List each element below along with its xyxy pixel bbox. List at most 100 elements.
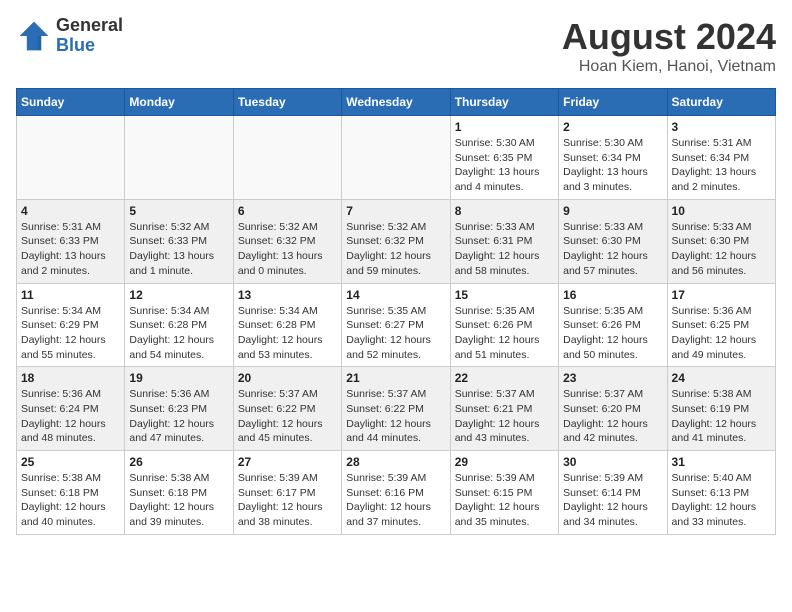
weekday-header-wednesday: Wednesday: [342, 89, 450, 116]
calendar-week-row: 25 Sunrise: 5:38 AM Sunset: 6:18 PM Dayli…: [17, 451, 776, 535]
day-number: 7: [346, 204, 445, 218]
calendar-day-13: 13 Sunrise: 5:34 AM Sunset: 6:28 PM Dayli…: [233, 283, 341, 367]
day-info: Sunrise: 5:37 AM Sunset: 6:20 PM Dayligh…: [563, 387, 662, 446]
day-info: Sunrise: 5:30 AM Sunset: 6:35 PM Dayligh…: [455, 136, 554, 195]
day-number: 12: [129, 288, 228, 302]
day-number: 25: [21, 455, 120, 469]
day-info: Sunrise: 5:40 AM Sunset: 6:13 PM Dayligh…: [672, 471, 771, 530]
day-number: 8: [455, 204, 554, 218]
calendar-day-26: 26 Sunrise: 5:38 AM Sunset: 6:18 PM Dayli…: [125, 451, 233, 535]
calendar-day-11: 11 Sunrise: 5:34 AM Sunset: 6:29 PM Dayli…: [17, 283, 125, 367]
calendar-day-23: 23 Sunrise: 5:37 AM Sunset: 6:20 PM Dayli…: [559, 367, 667, 451]
calendar-day-8: 8 Sunrise: 5:33 AM Sunset: 6:31 PM Daylig…: [450, 199, 558, 283]
day-info: Sunrise: 5:34 AM Sunset: 6:28 PM Dayligh…: [238, 304, 337, 363]
day-info: Sunrise: 5:37 AM Sunset: 6:22 PM Dayligh…: [238, 387, 337, 446]
calendar-week-row: 18 Sunrise: 5:36 AM Sunset: 6:24 PM Dayli…: [17, 367, 776, 451]
calendar-day-24: 24 Sunrise: 5:38 AM Sunset: 6:19 PM Dayli…: [667, 367, 775, 451]
day-number: 20: [238, 371, 337, 385]
day-number: 29: [455, 455, 554, 469]
calendar-day-1: 1 Sunrise: 5:30 AM Sunset: 6:35 PM Daylig…: [450, 116, 558, 200]
day-info: Sunrise: 5:32 AM Sunset: 6:32 PM Dayligh…: [238, 220, 337, 279]
calendar-day-15: 15 Sunrise: 5:35 AM Sunset: 6:26 PM Dayli…: [450, 283, 558, 367]
day-number: 6: [238, 204, 337, 218]
day-info: Sunrise: 5:31 AM Sunset: 6:33 PM Dayligh…: [21, 220, 120, 279]
day-info: Sunrise: 5:32 AM Sunset: 6:32 PM Dayligh…: [346, 220, 445, 279]
calendar-empty: [125, 116, 233, 200]
day-number: 4: [21, 204, 120, 218]
month-year-title: August 2024: [562, 16, 776, 58]
day-info: Sunrise: 5:35 AM Sunset: 6:26 PM Dayligh…: [563, 304, 662, 363]
day-number: 9: [563, 204, 662, 218]
day-info: Sunrise: 5:34 AM Sunset: 6:29 PM Dayligh…: [21, 304, 120, 363]
calendar-empty: [233, 116, 341, 200]
day-info: Sunrise: 5:32 AM Sunset: 6:33 PM Dayligh…: [129, 220, 228, 279]
day-number: 15: [455, 288, 554, 302]
calendar-table: SundayMondayTuesdayWednesdayThursdayFrid…: [16, 88, 776, 535]
weekday-header-thursday: Thursday: [450, 89, 558, 116]
day-info: Sunrise: 5:33 AM Sunset: 6:31 PM Dayligh…: [455, 220, 554, 279]
calendar-day-12: 12Sunrise: 5:34 AM Sunset: 6:28 PM Dayli…: [125, 283, 233, 367]
day-info: Sunrise: 5:36 AM Sunset: 6:24 PM Dayligh…: [21, 387, 120, 446]
calendar-day-20: 20 Sunrise: 5:37 AM Sunset: 6:22 PM Dayli…: [233, 367, 341, 451]
calendar-empty: [342, 116, 450, 200]
day-info: Sunrise: 5:36 AM Sunset: 6:23 PM Dayligh…: [129, 387, 228, 446]
calendar-day-3: 3 Sunrise: 5:31 AM Sunset: 6:34 PM Daylig…: [667, 116, 775, 200]
logo-general: General: [56, 16, 123, 36]
calendar-week-row: 11 Sunrise: 5:34 AM Sunset: 6:29 PM Dayli…: [17, 283, 776, 367]
logo-text: General Blue: [56, 16, 123, 56]
calendar-day-10: 10 Sunrise: 5:33 AM Sunset: 6:30 PM Dayli…: [667, 199, 775, 283]
calendar-day-21: 21Sunrise: 5:37 AM Sunset: 6:22 PM Dayli…: [342, 367, 450, 451]
weekday-header-friday: Friday: [559, 89, 667, 116]
day-info: Sunrise: 5:39 AM Sunset: 6:17 PM Dayligh…: [238, 471, 337, 530]
day-info: Sunrise: 5:38 AM Sunset: 6:19 PM Dayligh…: [672, 387, 771, 446]
logo: General Blue: [16, 16, 123, 56]
weekday-header-monday: Monday: [125, 89, 233, 116]
day-info: Sunrise: 5:38 AM Sunset: 6:18 PM Dayligh…: [129, 471, 228, 530]
day-number: 14: [346, 288, 445, 302]
day-info: Sunrise: 5:35 AM Sunset: 6:27 PM Dayligh…: [346, 304, 445, 363]
day-number: 21: [346, 371, 445, 385]
day-number: 11: [21, 288, 120, 302]
location-subtitle: Hoan Kiem, Hanoi, Vietnam: [562, 58, 776, 76]
day-number: 3: [672, 120, 771, 134]
day-number: 5: [129, 204, 228, 218]
calendar-empty: [17, 116, 125, 200]
weekday-header-tuesday: Tuesday: [233, 89, 341, 116]
day-number: 1: [455, 120, 554, 134]
day-info: Sunrise: 5:33 AM Sunset: 6:30 PM Dayligh…: [672, 220, 771, 279]
calendar-day-6: 6 Sunrise: 5:32 AM Sunset: 6:32 PM Daylig…: [233, 199, 341, 283]
calendar-day-30: 30Sunrise: 5:39 AM Sunset: 6:14 PM Dayli…: [559, 451, 667, 535]
day-info: Sunrise: 5:33 AM Sunset: 6:30 PM Dayligh…: [563, 220, 662, 279]
calendar-day-31: 31 Sunrise: 5:40 AM Sunset: 6:13 PM Dayli…: [667, 451, 775, 535]
day-number: 31: [672, 455, 771, 469]
day-number: 23: [563, 371, 662, 385]
day-number: 17: [672, 288, 771, 302]
title-block: August 2024 Hoan Kiem, Hanoi, Vietnam: [562, 16, 776, 76]
day-info: Sunrise: 5:39 AM Sunset: 6:16 PM Dayligh…: [346, 471, 445, 530]
day-number: 10: [672, 204, 771, 218]
calendar-week-row: 4 Sunrise: 5:31 AM Sunset: 6:33 PM Daylig…: [17, 199, 776, 283]
weekday-header-sunday: Sunday: [17, 89, 125, 116]
day-number: 24: [672, 371, 771, 385]
day-info: Sunrise: 5:35 AM Sunset: 6:26 PM Dayligh…: [455, 304, 554, 363]
calendar-day-19: 19 Sunrise: 5:36 AM Sunset: 6:23 PM Dayli…: [125, 367, 233, 451]
day-info: Sunrise: 5:31 AM Sunset: 6:34 PM Dayligh…: [672, 136, 771, 195]
day-info: Sunrise: 5:38 AM Sunset: 6:18 PM Dayligh…: [21, 471, 120, 530]
calendar-day-29: 29Sunrise: 5:39 AM Sunset: 6:15 PM Dayli…: [450, 451, 558, 535]
calendar-week-row: 1 Sunrise: 5:30 AM Sunset: 6:35 PM Daylig…: [17, 116, 776, 200]
calendar-day-17: 17Sunrise: 5:36 AM Sunset: 6:25 PM Dayli…: [667, 283, 775, 367]
day-number: 28: [346, 455, 445, 469]
calendar-day-14: 14 Sunrise: 5:35 AM Sunset: 6:27 PM Dayli…: [342, 283, 450, 367]
day-number: 13: [238, 288, 337, 302]
day-number: 26: [129, 455, 228, 469]
day-number: 19: [129, 371, 228, 385]
logo-blue: Blue: [56, 36, 123, 56]
day-info: Sunrise: 5:37 AM Sunset: 6:21 PM Dayligh…: [455, 387, 554, 446]
day-number: 27: [238, 455, 337, 469]
logo-icon: [16, 18, 52, 54]
day-number: 18: [21, 371, 120, 385]
day-number: 2: [563, 120, 662, 134]
calendar-day-16: 16 Sunrise: 5:35 AM Sunset: 6:26 PM Dayli…: [559, 283, 667, 367]
calendar-day-18: 18 Sunrise: 5:36 AM Sunset: 6:24 PM Dayli…: [17, 367, 125, 451]
day-number: 16: [563, 288, 662, 302]
